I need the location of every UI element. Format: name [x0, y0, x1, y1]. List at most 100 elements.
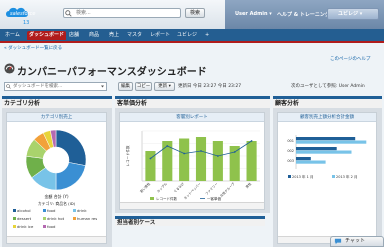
legend-label: 一客単価 [207, 196, 221, 201]
column-heading: カテゴリ分析 [2, 96, 112, 108]
legend-item: drink ice [13, 224, 43, 230]
legend-swatch [13, 209, 16, 212]
legend-swatch [13, 225, 16, 228]
column-body: 客層別レポート レコード件数 若い男性 カップル ぐるなび ホットペッパー ファミリー 女性… [115, 108, 270, 213]
bar [296, 147, 337, 151]
column-category-analysis: カテゴリ分析 カテゴリ別売上 金額 合計 (Y) カテゴリ: 商品名 (ID) … [2, 96, 112, 247]
tab-reports[interactable]: レポート [148, 31, 172, 40]
component-title: 客層別レポート [120, 113, 264, 122]
legend-swatch [73, 217, 76, 220]
legend-swatch [332, 175, 335, 178]
legend-label: dessert [17, 216, 32, 221]
column-spend-analysis: 客単価分析 客層別レポート レコード件数 若い男性 カップル ぐるなび ホットペッパーフ… [115, 96, 270, 247]
bar [296, 150, 352, 154]
column-heading: 顧客分析 [273, 96, 382, 108]
chevron-down-icon [101, 85, 104, 88]
salesforce-logo[interactable]: salesforce 13 [3, 2, 47, 26]
dashboard-search-placeholder: ダッシュボードを検索... [13, 84, 63, 89]
bar [246, 141, 257, 181]
copy-button[interactable]: コピー [135, 82, 152, 91]
legend-swatch [73, 209, 76, 212]
legend-label: alcohol [17, 208, 31, 213]
column-body: 顧客別売上額分析合計金額 001 002 003 2013 年 1 月 2013 年 2… [273, 108, 382, 247]
bar [296, 160, 326, 164]
x-tick-label: ホットペッパー [182, 181, 201, 200]
tab-products[interactable]: 商品 [87, 31, 101, 40]
line-point [216, 155, 219, 157]
line-point [250, 140, 253, 142]
legend-item: drink [73, 208, 103, 214]
legend-label: drink ice [17, 224, 34, 229]
dashboard-component-hbar[interactable]: 顧客別売上額分析合計金額 001 002 003 2013 年 1 月 2013 年 2… [277, 112, 377, 244]
bar [179, 138, 190, 181]
component-title: カテゴリ別売上 [7, 113, 106, 122]
component-title: 顧客別売上額分析合計金額 [278, 113, 376, 122]
pie-slice [55, 162, 86, 191]
pie-slice [55, 129, 87, 166]
tab-add-button[interactable]: + [203, 31, 211, 40]
edit-button[interactable]: 編集 [118, 82, 133, 91]
dashboard-component-pie[interactable]: カテゴリ別売上 金額 合計 (Y) カテゴリ: 商品名 (ID) alcohol… [6, 112, 107, 244]
search-icon [6, 84, 11, 89]
legend-label: drink hot [47, 216, 65, 221]
legend-label: food [47, 224, 56, 229]
svg-text:salesforce: salesforce [10, 11, 35, 17]
view-as-user-text[interactable]: 次のユーザとして参照: User Admin [291, 83, 365, 89]
update-button[interactable]: 更新 ▾ [154, 82, 175, 91]
bar [212, 141, 223, 181]
search-icon [65, 10, 72, 17]
tab-dashboard[interactable]: ダッシュボード [27, 31, 67, 40]
y-tick-label: 002 [287, 149, 294, 153]
global-search-box[interactable] [63, 8, 181, 18]
component-footer [120, 202, 264, 209]
bar [296, 137, 356, 141]
owner-cases-heading: 担当者別ケース [115, 216, 265, 226]
pie-chart [25, 129, 87, 191]
user-menu[interactable]: User Admin ▾ [235, 11, 272, 17]
last-updated-text: 更新日 今日 23:27 今日 23:27 [178, 84, 242, 89]
legend-label: 2013 年 1 月 [292, 174, 313, 179]
combo-chart: レコード件数若い男性 カップル ぐるなびホットペッパー ファミリー 女性グループ 男性レコ… [125, 130, 260, 201]
dashboard-gauge-icon [4, 63, 15, 74]
tab-stores[interactable]: 店舗 [67, 31, 81, 40]
legend-item: alcohol [13, 208, 43, 214]
legend-item: dessert [13, 216, 43, 222]
chat-widget[interactable]: チャット [330, 236, 384, 247]
tab-ubiregi[interactable]: ユビレジ [175, 31, 199, 40]
pie-total-label: 金額 合計 (Y) [44, 194, 69, 199]
back-to-dashboards-link[interactable]: « ダッシュボード一覧に戻る [4, 45, 62, 51]
x-tick-label: ぐるなび [172, 181, 185, 194]
help-training-link[interactable]: ヘルプ & トレーニング [277, 11, 330, 18]
legend-swatch [43, 217, 46, 220]
bar [195, 137, 207, 181]
tab-master[interactable]: マスタ [125, 31, 144, 40]
bar [296, 157, 311, 161]
legend-item: food [43, 208, 73, 214]
horizontal-bar-chart: 001 002 003 2013 年 1 月 2013 年 2 月 [287, 135, 367, 179]
tab-accent-strip [0, 41, 384, 43]
svg-text:13: 13 [23, 20, 29, 26]
bar [296, 140, 367, 144]
x-tick-label: 男性 [244, 181, 253, 190]
line-point [200, 150, 202, 152]
dashboard-component-combo[interactable]: 客層別レポート レコード件数 若い男性 カップル ぐるなび ホットペッパー ファミリー 女性… [119, 112, 265, 210]
app-switcher[interactable]: ユビレジ ▾ [327, 8, 379, 20]
global-search-input[interactable] [76, 9, 176, 17]
legend-label: food [47, 208, 56, 213]
update-button-label: 更新 [158, 84, 168, 89]
y-tick-label: 001 [287, 139, 294, 143]
legend-label: レコード件数 [156, 196, 177, 201]
tab-home[interactable]: ホーム [3, 31, 22, 40]
bar [162, 141, 173, 181]
global-header: salesforce 13 検索 User Admin ▾ ヘルプ & トレーニ… [0, 0, 384, 29]
search-button[interactable]: 検索 [185, 8, 205, 18]
column-body: カテゴリ別売上 金額 合計 (Y) カテゴリ: 商品名 (ID) alcohol… [2, 108, 112, 247]
page-help-link[interactable]: このページのヘルプ [330, 56, 370, 62]
chat-bubble-icon [334, 238, 342, 245]
line-point [149, 157, 152, 160]
dashboard-search-select[interactable]: ダッシュボードを検索... [4, 82, 107, 91]
y-axis-label: レコード件数 [125, 145, 130, 166]
tab-sales[interactable]: 売上 [107, 31, 121, 40]
legend-label: 2013 年 2 月 [336, 174, 357, 179]
legend-item: human res [73, 216, 103, 222]
